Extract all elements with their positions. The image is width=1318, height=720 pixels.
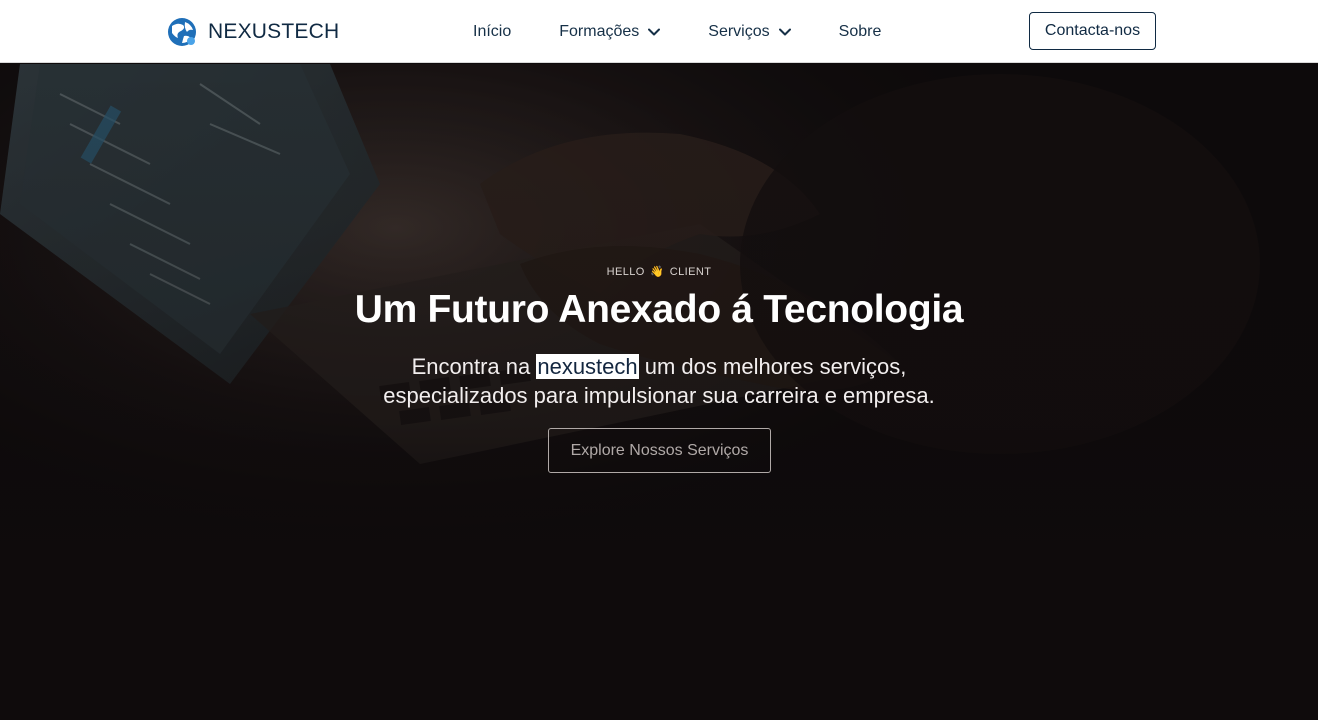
- kicker-left: HELLO: [606, 266, 645, 278]
- wave-icon: 👋: [650, 266, 665, 278]
- nav-item-servicos[interactable]: Serviços: [708, 23, 791, 41]
- hero-title: Um Futuro Anexado á Tecnologia: [354, 288, 964, 331]
- kicker-right: CLIENT: [669, 266, 712, 278]
- subtitle-highlight: nexustech: [536, 354, 639, 379]
- explore-services-button[interactable]: Explore Nossos Serviços: [548, 428, 771, 473]
- brand[interactable]: NEXUSTECH: [166, 15, 339, 49]
- nav-item-formacoes[interactable]: Formações: [559, 23, 661, 41]
- globe-icon: [168, 18, 196, 46]
- nav-item-label: Início: [473, 23, 512, 40]
- brand-name: NEXUSTECH: [208, 20, 340, 43]
- hero-section: HELLO 👋 CLIENT Um Futuro Anexado á Tecno…: [0, 64, 1318, 720]
- hero-subtitle-line-2: especializados para impulsionar sua carr…: [383, 383, 935, 408]
- nav-item-label: Serviços: [708, 23, 770, 40]
- hero-subtitle-line-1: Encontra na nexustech um dos melhores se…: [0, 352, 1318, 381]
- hero-content: HELLO 👋 CLIENT Um Futuro Anexado á Tecno…: [0, 64, 1318, 720]
- nav-item-label: Formações: [559, 23, 640, 40]
- hero-kicker: HELLO 👋 CLIENT: [0, 265, 1318, 278]
- main-nav: Início Formações Serviços Sobre: [473, 20, 881, 44]
- contact-button[interactable]: Contacta-nos: [1029, 12, 1156, 50]
- nav-item-inicio[interactable]: Início: [473, 23, 511, 41]
- nav-item-label: Sobre: [838, 23, 882, 40]
- site-header: NEXUSTECH Início Formações Serviços Sobr…: [0, 0, 1318, 63]
- nav-item-sobre[interactable]: Sobre: [839, 23, 882, 41]
- subtitle-before: Encontra na: [411, 354, 537, 379]
- chevron-down-icon: [778, 28, 791, 36]
- subtitle-after: um dos melhores serviços,: [638, 354, 907, 379]
- chevron-down-icon: [648, 28, 661, 36]
- hero-subtitle: Encontra na nexustech um dos melhores se…: [0, 352, 1318, 410]
